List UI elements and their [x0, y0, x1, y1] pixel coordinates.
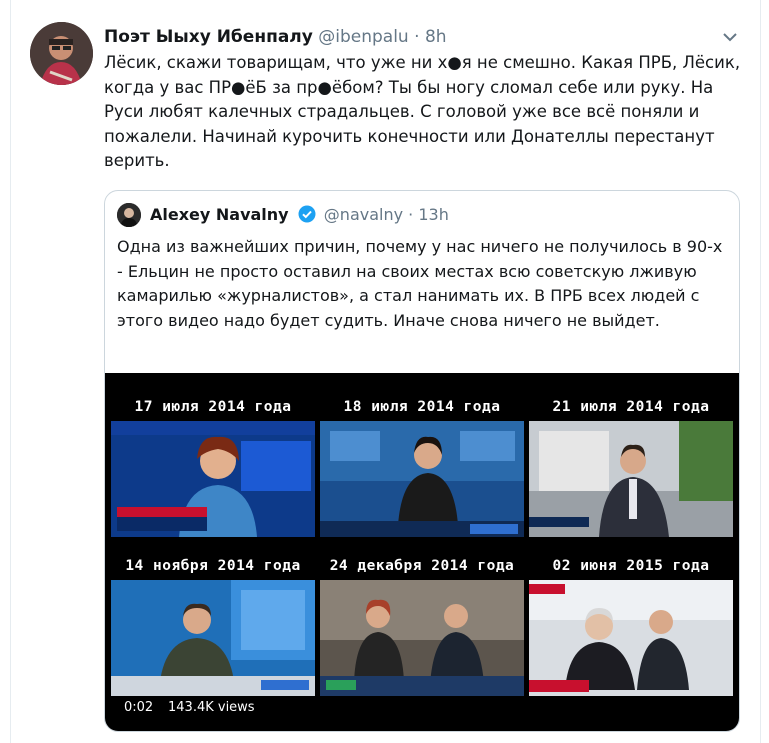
panel-date-label: 18 июля 2014 года — [343, 399, 501, 415]
video-frame-thumbnail — [529, 421, 733, 537]
quoted-header: Alexey Navalny @navalny · 13h — [150, 204, 449, 226]
quoted-time[interactable]: 13h — [418, 205, 449, 224]
tweet-text: Лёсик, скажи товарищам, что уже ни х●я н… — [104, 53, 741, 170]
quoted-separator-dot: · — [408, 205, 414, 224]
video-frame-thumbnail — [320, 421, 524, 537]
panel-date-label: 21 июля 2014 года — [552, 399, 710, 415]
quoted-handle[interactable]: @navalny — [324, 205, 403, 224]
video-frame-thumbnail — [111, 421, 315, 537]
tweet-header: Поэт Ыыху Ибенпалу @ibenpalu · 8h — [104, 25, 447, 49]
panel-date-label: 17 июля 2014 года — [134, 399, 292, 415]
quoted-tweet[interactable]: Alexey Navalny @navalny · 13h Одна из ва… — [104, 190, 740, 732]
author-handle[interactable]: @ibenpalu — [318, 27, 408, 47]
video-views-badge: 143.4K views — [161, 697, 262, 719]
panel-date-label: 24 декабря 2014 года — [329, 558, 515, 574]
video-frame-thumbnail — [111, 580, 315, 696]
panel-date-label: 02 июня 2015 года — [552, 558, 710, 574]
tweet-time[interactable]: 8h — [425, 27, 447, 47]
author-name[interactable]: Поэт Ыыху Ибенпалу — [104, 27, 313, 47]
panel-date-label: 14 ноября 2014 года — [125, 558, 301, 574]
separator-dot: · — [414, 27, 420, 47]
verified-badge-icon — [298, 205, 316, 223]
quoted-author-avatar[interactable] — [117, 203, 141, 227]
video-duration-badge: 0:02 — [117, 697, 161, 719]
chevron-down-icon[interactable] — [721, 28, 739, 46]
quoted-author-name[interactable]: Alexey Navalny — [150, 205, 289, 224]
video-player[interactable]: 17 июля 2014 года 18 июля 2014 года 21 и… — [105, 373, 739, 731]
author-avatar[interactable] — [30, 22, 93, 85]
quoted-text: Одна из важнейших причин, почему у нас н… — [117, 237, 723, 330]
video-frame-thumbnail — [529, 580, 733, 696]
video-frame-thumbnail — [320, 580, 524, 696]
